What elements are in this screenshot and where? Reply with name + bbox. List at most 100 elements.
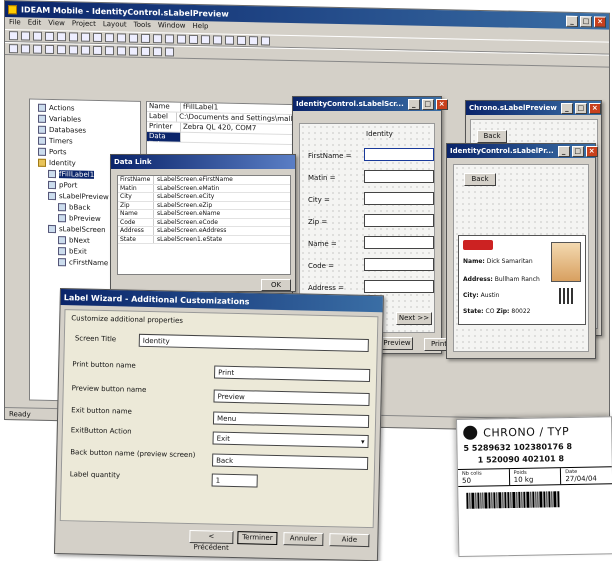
next-button[interactable]: Next >>: [396, 312, 432, 325]
zip-field[interactable]: [364, 214, 434, 227]
zoom-icon[interactable]: [249, 36, 258, 46]
table-row[interactable]: Zip sLabelScreen.eZip: [118, 201, 290, 210]
printer-icon[interactable]: [177, 34, 186, 44]
close-icon[interactable]: ×: [594, 15, 606, 28]
firstname-field[interactable]: [364, 148, 434, 161]
identity-screen-title-bar[interactable]: IdentityControl.sLabelScr... _ □ ×: [293, 97, 448, 111]
menu-project[interactable]: Project: [72, 19, 96, 30]
menu-layout[interactable]: Layout: [103, 20, 127, 30]
undo-icon[interactable]: [93, 32, 102, 43]
table-row[interactable]: FirstName sLabelScreen.eFirstName: [118, 176, 290, 185]
align-center-icon[interactable]: [225, 35, 234, 45]
property-row[interactable]: Data links: [147, 131, 295, 148]
maximize-icon[interactable]: □: [580, 15, 592, 27]
layout-icon[interactable]: [165, 47, 174, 57]
identity-preview-surface[interactable]: Back Name: Dick Samaritan Address: Bullh…: [453, 164, 589, 352]
data-link-title-bar[interactable]: Data Link: [111, 155, 295, 169]
table-row[interactable]: Name sLabelScreen.eName: [118, 210, 290, 219]
checkbox-tool-icon[interactable]: [57, 45, 66, 55]
previous-button[interactable]: < Précédent: [189, 530, 234, 552]
deploy-icon[interactable]: [153, 34, 162, 44]
barcode-icon[interactable]: [189, 34, 198, 45]
identity-back-button[interactable]: Back: [464, 173, 496, 186]
card-state-value: CO: [485, 308, 495, 315]
matin-field[interactable]: [364, 170, 434, 183]
close-icon[interactable]: ×: [585, 145, 598, 157]
combo-tool-icon[interactable]: [69, 45, 78, 55]
card-address-value: Bullham Ranch: [494, 276, 540, 283]
open-folder-icon[interactable]: [21, 31, 30, 41]
menu-view[interactable]: View: [48, 19, 65, 29]
data-link-ok-button[interactable]: OK: [261, 279, 291, 291]
chrono-back-button[interactable]: Back: [477, 130, 507, 143]
print-button-name-input[interactable]: Print: [213, 365, 371, 383]
preview-button-name-input[interactable]: Preview: [213, 389, 370, 407]
save-all-icon[interactable]: [45, 31, 54, 42]
close-icon[interactable]: ×: [435, 98, 448, 110]
close-icon[interactable]: ×: [588, 102, 601, 114]
label-quantity-input[interactable]: 1: [211, 473, 258, 488]
chrono-parcels-value: 50: [462, 476, 472, 485]
new-file-icon[interactable]: [9, 31, 18, 41]
minimize-icon[interactable]: _: [560, 102, 573, 114]
identity-preview-title-bar[interactable]: IdentityControl.sLabelPr... _ □ ×: [447, 144, 598, 158]
finish-button[interactable]: Terminer: [237, 531, 278, 545]
align-left-icon[interactable]: [213, 35, 222, 45]
maximize-icon[interactable]: □: [571, 145, 584, 157]
frame-tool-icon[interactable]: [129, 46, 138, 56]
exit-button-name-input[interactable]: Menu: [212, 411, 370, 429]
copy-icon[interactable]: [69, 32, 78, 42]
align-right-icon[interactable]: [237, 35, 246, 46]
save-icon[interactable]: [33, 31, 42, 41]
menu-window[interactable]: Window: [158, 21, 186, 32]
label-tool-icon[interactable]: [21, 44, 30, 54]
menu-help[interactable]: Help: [193, 22, 209, 32]
name-field[interactable]: [364, 236, 434, 249]
exit-button-action-select[interactable]: Exit ▾: [212, 431, 369, 449]
line-tool-icon[interactable]: [105, 46, 114, 56]
card-logo: [463, 240, 493, 250]
back-button-name-input[interactable]: Back: [211, 453, 369, 471]
code-field[interactable]: [364, 258, 434, 271]
list-tool-icon[interactable]: [81, 45, 90, 55]
table-row[interactable]: Code sLabelScreen.eCode: [118, 218, 290, 227]
maximize-icon[interactable]: □: [574, 102, 587, 114]
address-field[interactable]: [364, 280, 434, 293]
table-row[interactable]: State sLabelScreen1.eState: [118, 235, 290, 244]
minimize-icon[interactable]: _: [407, 98, 420, 110]
pointer-icon[interactable]: [9, 44, 18, 54]
maximize-icon[interactable]: □: [421, 98, 434, 110]
menu-tools[interactable]: Tools: [134, 21, 151, 31]
grid-icon[interactable]: [201, 35, 210, 45]
settings-icon[interactable]: [261, 36, 270, 46]
table-row[interactable]: City sLabelScreen.eCity: [118, 193, 290, 202]
menu-edit[interactable]: Edit: [28, 18, 42, 28]
paste-icon[interactable]: [81, 32, 90, 42]
build-icon[interactable]: [117, 33, 126, 43]
city-field[interactable]: [364, 192, 434, 205]
button-tool-icon[interactable]: [45, 44, 54, 55]
menu-file[interactable]: File: [9, 18, 21, 28]
chevron-down-icon[interactable]: ▾: [361, 438, 365, 446]
cancel-button[interactable]: Annuler: [283, 532, 324, 547]
table-row[interactable]: Matin sLabelScreen.eMatin: [118, 184, 290, 193]
redo-icon[interactable]: [105, 33, 114, 43]
minimize-icon[interactable]: _: [566, 15, 578, 27]
image-tool-icon[interactable]: [93, 45, 102, 56]
textbox-tool-icon[interactable]: [33, 44, 42, 54]
minimize-icon[interactable]: _: [557, 145, 570, 157]
format-icon[interactable]: [153, 47, 162, 57]
database-icon[interactable]: [165, 34, 174, 44]
screen-title-input[interactable]: Identity: [138, 333, 369, 353]
timer-tool-icon[interactable]: [141, 46, 150, 57]
preview-button[interactable]: Preview: [381, 337, 413, 350]
chrono-preview-title-bar[interactable]: Chrono.sLabelPreview _ □ ×: [466, 101, 601, 115]
cut-icon[interactable]: [57, 32, 66, 42]
help-button[interactable]: Aide: [329, 533, 370, 548]
table-tool-icon[interactable]: [117, 46, 126, 56]
field-label-firstname: FirstName =: [308, 152, 352, 160]
field-label-address: Address =: [308, 284, 344, 292]
debug-icon[interactable]: [141, 33, 150, 44]
run-icon[interactable]: [129, 33, 138, 43]
table-row[interactable]: Address sLabelScreen.eAddress: [118, 227, 290, 236]
